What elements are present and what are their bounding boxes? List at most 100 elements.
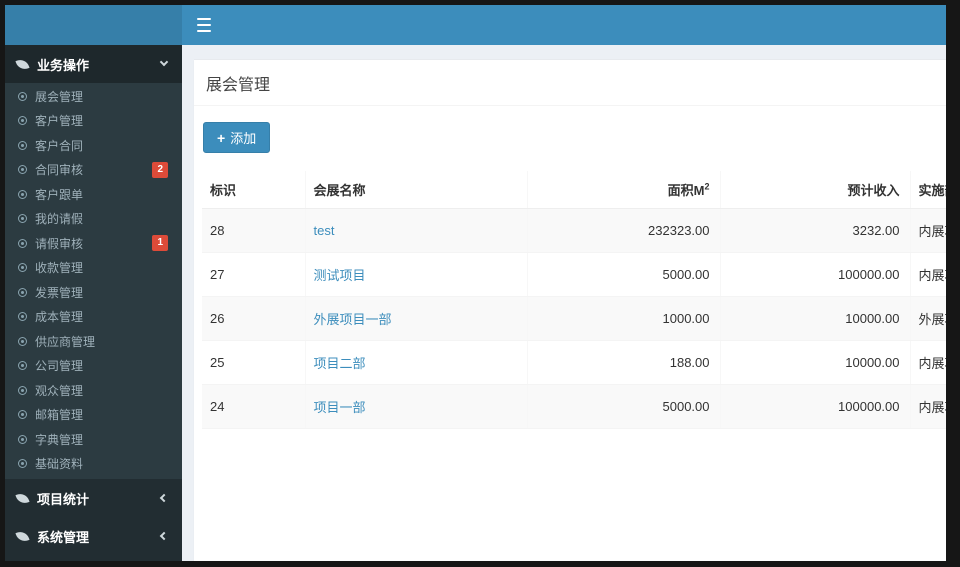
table-header-row: 标识 会展名称 面积M2 预计收入 实施部门 bbox=[202, 171, 946, 209]
leaf-icon bbox=[15, 528, 30, 544]
dot-circle-icon bbox=[18, 434, 27, 444]
cell-department: 内展项目 bbox=[909, 340, 946, 385]
sidebar-section-label: 业务操作 bbox=[37, 57, 90, 73]
app-window: 业务操作 展会管理 客户管理 客户合同 合同审核 2 客户跟单 我的请假 请假审… bbox=[5, 5, 946, 561]
sidebar-item-label: 发票管理 bbox=[35, 285, 84, 300]
cell-area: 232323.00 bbox=[526, 208, 720, 253]
sidebar-item-customer-followup[interactable]: 客户跟单 bbox=[5, 182, 182, 207]
column-header-area: 面积M2 bbox=[526, 171, 720, 209]
sidebar-section-system-management[interactable]: 系统管理 bbox=[5, 517, 182, 555]
exhibition-link[interactable]: test bbox=[314, 223, 335, 238]
page-title: 展会管理 bbox=[206, 77, 271, 94]
cell-area: 188.00 bbox=[526, 340, 720, 385]
cell-revenue: 100000.00 bbox=[719, 252, 910, 297]
exhibitions-table: 标识 会展名称 面积M2 预计收入 实施部门 28 test 2 bbox=[202, 171, 946, 429]
sidebar-item-label: 我的请假 bbox=[35, 212, 84, 227]
column-header-name: 会展名称 bbox=[304, 171, 527, 209]
table-row: 28 test 232323.00 3232.00 内展项目 bbox=[202, 208, 946, 253]
sidebar-item-label: 收款管理 bbox=[35, 261, 84, 276]
navbar bbox=[182, 5, 946, 45]
dot-circle-icon bbox=[18, 361, 27, 371]
sidebar-item-cost-management[interactable]: 成本管理 bbox=[5, 305, 182, 330]
sidebar-section-business-operations[interactable]: 业务操作 bbox=[5, 45, 182, 83]
cell-department: 内展项目 bbox=[909, 208, 946, 253]
logo-area bbox=[5, 5, 182, 45]
sidebar-toggle-button[interactable] bbox=[197, 18, 215, 32]
chevron-down-icon bbox=[159, 57, 169, 67]
add-button[interactable]: + 添加 bbox=[203, 122, 271, 153]
hamburger-icon bbox=[197, 24, 211, 26]
column-header-department: 实施部门 bbox=[909, 171, 946, 209]
sidebar-item-label: 基础资料 bbox=[35, 457, 84, 472]
sidebar-item-supplier-management[interactable]: 供应商管理 bbox=[5, 329, 182, 354]
sidebar-item-dictionary-management[interactable]: 字典管理 bbox=[5, 427, 182, 452]
sidebar-item-invoice-management[interactable]: 发票管理 bbox=[5, 280, 182, 305]
cell-revenue: 3232.00 bbox=[719, 208, 910, 253]
sidebar-section-label: 项目统计 bbox=[37, 491, 90, 507]
sidebar-item-customer-management[interactable]: 客户管理 bbox=[5, 109, 182, 134]
sidebar-item-company-management[interactable]: 公司管理 bbox=[5, 354, 182, 379]
dot-circle-icon bbox=[18, 91, 27, 101]
dot-circle-icon bbox=[18, 263, 27, 273]
dot-circle-icon bbox=[18, 336, 27, 346]
chevron-left-icon bbox=[159, 531, 169, 541]
dot-circle-icon bbox=[18, 116, 27, 126]
sidebar-item-leave-review[interactable]: 请假审核 1 bbox=[5, 231, 182, 256]
cell-id: 26 bbox=[202, 296, 305, 341]
sidebar-item-label: 观众管理 bbox=[35, 383, 84, 398]
sidebar-item-basic-data[interactable]: 基础资料 bbox=[5, 452, 182, 477]
leaf-icon bbox=[15, 490, 30, 506]
cell-id: 25 bbox=[202, 340, 305, 385]
dot-circle-icon bbox=[18, 238, 27, 248]
plus-icon: + bbox=[217, 129, 226, 146]
sidebar-item-label: 客户合同 bbox=[35, 138, 84, 153]
sidebar-item-label: 请假审核 bbox=[35, 236, 84, 251]
sidebar-item-my-leave[interactable]: 我的请假 bbox=[5, 207, 182, 232]
column-header-revenue: 预计收入 bbox=[719, 171, 910, 209]
sidebar-section-project-statistics[interactable]: 项目统计 bbox=[5, 479, 182, 517]
card-body: + 添加 标识 会展名称 面积M2 预计收入 实施 28 test 232323… bbox=[194, 106, 946, 437]
exhibition-management-card: 展会管理 + 添加 标识 会展名称 面积M2 预计收入 实施 28 test 2… bbox=[194, 59, 946, 561]
sidebar-item-audience-management[interactable]: 观众管理 bbox=[5, 378, 182, 403]
sidebar-item-contract-review[interactable]: 合同审核 2 bbox=[5, 158, 182, 183]
cell-id: 28 bbox=[202, 208, 305, 253]
cell-id: 24 bbox=[202, 384, 305, 429]
sidebar-item-label: 字典管理 bbox=[35, 432, 84, 447]
sidebar-item-label: 客户跟单 bbox=[35, 187, 84, 202]
dot-circle-icon bbox=[18, 189, 27, 199]
dot-circle-icon bbox=[18, 459, 27, 469]
sidebar-section-label: 系统管理 bbox=[37, 529, 90, 545]
notification-badge: 1 bbox=[152, 235, 168, 251]
exhibition-link[interactable]: 测试项目 bbox=[314, 268, 366, 283]
add-button-label: 添加 bbox=[230, 131, 257, 146]
exhibition-link[interactable]: 项目二部 bbox=[314, 356, 366, 371]
sidebar-item-label: 展会管理 bbox=[35, 89, 84, 104]
sidebar-item-label: 合同审核 bbox=[35, 163, 84, 178]
cell-id: 27 bbox=[202, 252, 305, 297]
sidebar-submenu: 展会管理 客户管理 客户合同 合同审核 2 客户跟单 我的请假 请假审核 1 收… bbox=[5, 83, 182, 479]
exhibition-link[interactable]: 项目一部 bbox=[314, 400, 366, 415]
hamburger-icon bbox=[197, 18, 211, 20]
top-bar bbox=[5, 5, 946, 45]
cell-department: 内展项目 bbox=[909, 252, 946, 297]
card-header: 展会管理 bbox=[194, 60, 946, 106]
dot-circle-icon bbox=[18, 410, 27, 420]
sidebar-item-label: 成本管理 bbox=[35, 310, 84, 325]
sidebar-item-label: 公司管理 bbox=[35, 359, 84, 374]
notification-badge: 2 bbox=[152, 161, 168, 178]
table-row: 27 测试项目 5000.00 100000.00 内展项目 bbox=[202, 252, 946, 297]
sidebar-item-exhibition-management[interactable]: 展会管理 bbox=[5, 84, 182, 109]
cell-revenue: 10000.00 bbox=[719, 296, 910, 341]
exhibition-link[interactable]: 外展项目一部 bbox=[314, 312, 392, 327]
cell-area: 1000.00 bbox=[526, 296, 720, 341]
sidebar-item-payment-management[interactable]: 收款管理 bbox=[5, 256, 182, 281]
cell-department: 外展项目 bbox=[909, 296, 946, 341]
sidebar-item-mailbox-management[interactable]: 邮箱管理 bbox=[5, 403, 182, 428]
hamburger-icon bbox=[197, 30, 211, 32]
chevron-left-icon bbox=[159, 493, 169, 503]
sidebar-item-customer-contract[interactable]: 客户合同 bbox=[5, 133, 182, 158]
dot-circle-icon bbox=[18, 165, 27, 175]
dot-circle-icon bbox=[18, 287, 27, 297]
cell-area: 5000.00 bbox=[526, 252, 720, 297]
table-row: 25 项目二部 188.00 10000.00 内展项目 bbox=[202, 340, 946, 385]
